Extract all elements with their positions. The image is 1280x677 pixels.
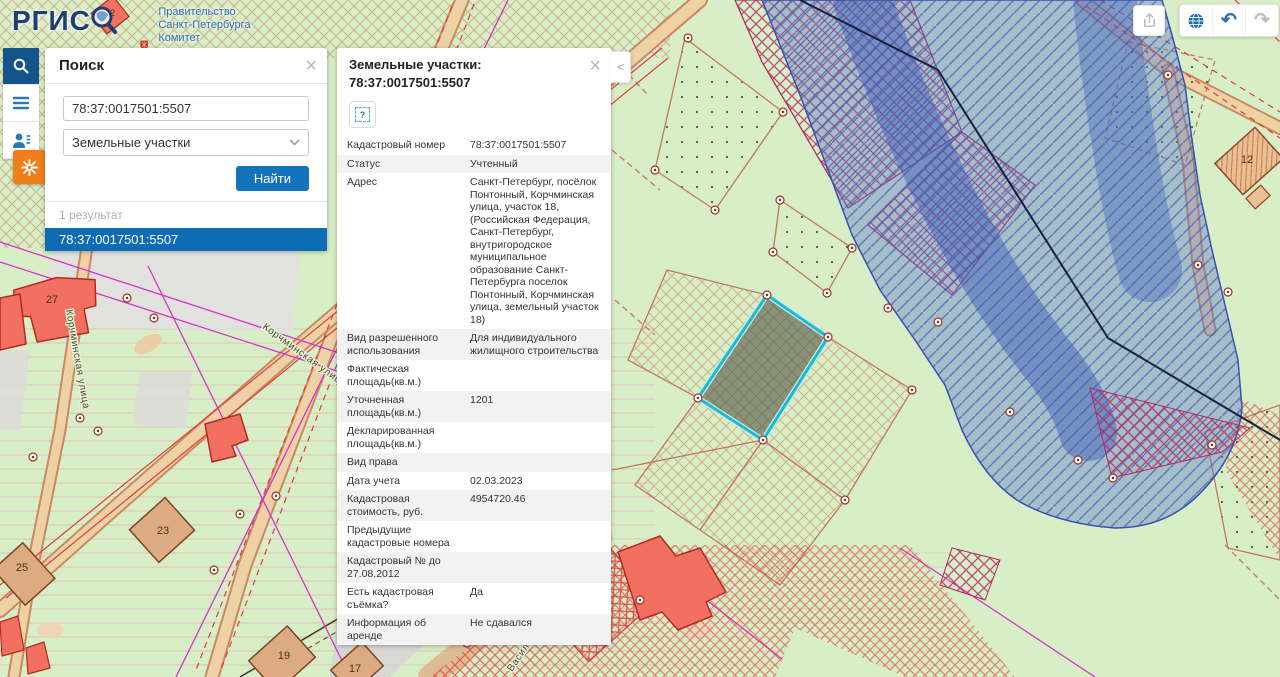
search-result-item[interactable]: 78:37:0017501:5507 [45,228,327,251]
parcel-number-label: 17 [349,663,361,675]
attribute-label: Кадастровая стоимость, руб. [347,493,470,518]
attribute-label: Декларированная площадь(кв.м.) [347,425,470,450]
search-category-select[interactable]: Земельные участки [63,129,309,156]
attribute-row: Фактическая площадь(кв.м.) [337,360,611,391]
attribute-value: Не сдавался [470,617,601,642]
search-icon [12,57,30,75]
globe-icon [1187,12,1205,30]
attribute-label: Информация об аренде [347,617,470,642]
attribute-value: 4954720.46 [470,493,601,518]
attribute-row: Вид разрешенного использованияДля индиви… [337,329,611,360]
attribute-value [470,425,601,450]
attribute-label: Вид права [347,456,470,469]
map-nav-group: ↶ ↷ [1179,4,1279,37]
attribute-row: Кадастровый № до 27.08.2012 [337,552,611,583]
left-toolbar [3,48,39,159]
export-button[interactable] [1133,5,1165,36]
attribute-label: Предыдущие кадастровые номера [347,524,470,549]
layers-menu-button[interactable] [3,85,39,122]
undo-button[interactable]: ↶ [1213,5,1246,36]
attribute-row: Предыдущие кадастровые номера [337,521,611,552]
parcel-number-label: 19 [278,650,290,662]
attribute-label: Кадастровый номер [347,139,470,152]
attribute-row: СтатусУчтенный [337,155,611,174]
parcel-number-label: 27 [46,294,58,306]
attribute-label: Кадастровый № до 27.08.2012 [347,555,470,580]
attribute-label: Вид разрешенного использования [347,332,470,357]
find-button[interactable]: Найти [236,166,309,191]
attribute-label: Статус [347,158,470,171]
details-close-icon[interactable]: × [589,52,601,80]
search-category-value: Земельные участки [72,135,190,150]
attribute-value: Да [470,586,601,611]
parcel-number-label: 25 [16,562,28,574]
attribute-row: Кадастровый номер78:37:0017501:5507 [337,136,611,155]
redo-button[interactable]: ↷ [1246,5,1278,36]
details-panel-title: Земельные участки: 78:37:0017501:5507 [349,57,482,90]
search-panel: Поиск × Земельные участки Найти 1 резуль… [45,48,327,251]
attribute-value [470,524,601,549]
attribute-value [470,555,601,580]
help-icon: ? [355,107,370,122]
attribute-row: Дата учета02.03.2023 [337,472,611,491]
search-query-input[interactable] [63,96,309,121]
attribute-value: Санкт-Петербург, посёлок Понтонный, Корч… [470,176,601,326]
results-count: 1 результат [45,201,327,228]
services-button[interactable] [13,150,46,184]
attribute-row: Кадастровая стоимость, руб.4954720.46 [337,490,611,521]
attribute-label: Адрес [347,176,470,326]
attribute-label: Фактическая площадь(кв.м.) [347,363,470,388]
attributes-table: Кадастровый номер78:37:0017501:5507Стату… [337,136,611,645]
attribute-row: Есть кадастровая съёмка?Да [337,583,611,614]
attribute-row: Декларированная площадь(кв.м.) [337,422,611,453]
search-tool-button[interactable] [3,48,39,85]
attribute-value: 78:37:0017501:5507 [470,139,601,152]
user-list-icon [12,132,31,149]
help-button[interactable]: ? [349,101,376,128]
attribute-label: Есть кадастровая съёмка? [347,586,470,611]
details-panel: Земельные участки: 78:37:0017501:5507 × … [337,48,611,645]
attribute-row: АдресСанкт-Петербург, посёлок Понтонный,… [337,173,611,329]
details-collapse-button[interactable]: < [611,51,631,83]
globe-button[interactable] [1180,5,1213,36]
attribute-value: Учтенный [470,158,601,171]
attribute-label: Уточненная площадь(кв.м.) [347,394,470,419]
export-icon [1141,12,1158,29]
attribute-value: Для индивидуального жилищного строительс… [470,332,601,357]
attribute-row: Уточненная площадь(кв.м.)1201 [337,391,611,422]
redo-icon: ↷ [1254,11,1270,30]
services-star-icon [20,158,39,177]
attribute-row: Информация об арендеНе сдавался [337,614,611,645]
undo-icon: ↶ [1221,11,1237,30]
attribute-value: 1201 [470,394,601,419]
app-window: 2723251917171212Корчминская улицаКорчмин… [0,0,1280,677]
attribute-row: Вид права [337,453,611,472]
attribute-value [470,363,601,388]
attribute-label: Дата учета [347,475,470,488]
search-panel-title: Поиск [59,57,104,74]
menu-icon [12,95,30,111]
parcel-number-label: 23 [157,525,169,537]
attribute-value [470,456,601,469]
parcel-number-label: 12 [105,8,115,18]
attribute-value: 02.03.2023 [470,475,601,488]
search-close-icon[interactable]: × [305,52,317,80]
parcel-number-label: 12 [1241,154,1253,166]
chevron-down-icon [289,139,300,146]
